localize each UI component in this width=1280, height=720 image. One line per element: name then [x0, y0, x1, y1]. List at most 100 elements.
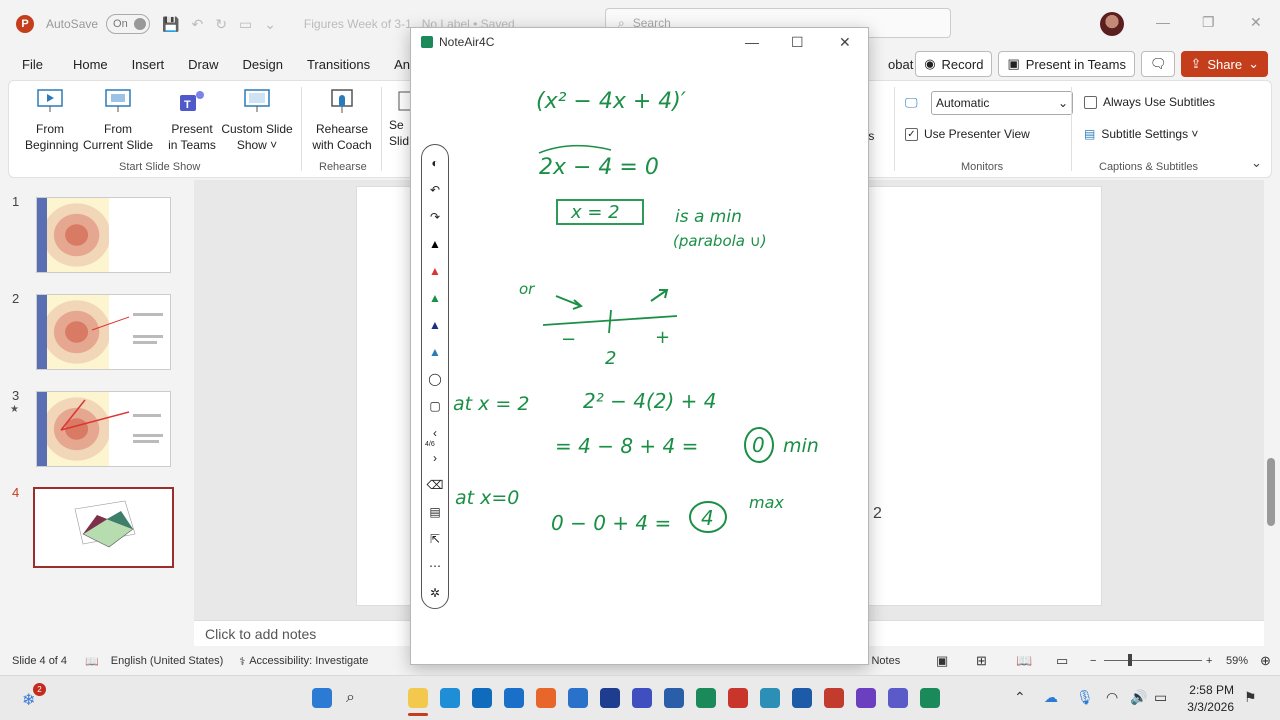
collapse-ribbon-icon[interactable]: ⌄ [1251, 155, 1262, 171]
from-beginning-button[interactable]: From Beginning [25, 85, 78, 153]
slide-thumbnail-2[interactable] [36, 294, 171, 370]
use-presenter-view-checkbox[interactable]: ✓ Use Presenter View [905, 127, 1030, 141]
settings-icon[interactable]: ✲ [427, 585, 443, 601]
zoom-slider-handle[interactable] [1128, 654, 1132, 666]
customize-icon[interactable]: ⌄ [264, 16, 276, 33]
more-icon[interactable]: ⋯ [427, 558, 443, 574]
autosave-toggle[interactable]: On [106, 14, 151, 34]
reading-view-icon[interactable]: 📖 [1016, 653, 1032, 669]
present-in-teams-button[interactable]: ▣ Present in Teams [998, 51, 1135, 77]
wifi-icon[interactable]: ◠ [1106, 689, 1118, 706]
word-icon[interactable] [664, 688, 684, 708]
chevron-up-icon[interactable]: ⌃ [1014, 689, 1026, 706]
zoom-level[interactable]: 59% [1226, 655, 1248, 667]
pointer-icon[interactable]: ◐ [427, 155, 443, 171]
save-page-icon[interactable]: ▢ [427, 398, 443, 414]
normal-view-icon[interactable]: ▣ [936, 653, 948, 669]
language-label[interactable]: English (United States) [111, 655, 224, 667]
slide-thumbnail-1[interactable] [36, 197, 171, 273]
vertical-scrollbar[interactable] [1264, 180, 1280, 645]
document-title[interactable]: Figures Week of 3-1 [304, 17, 412, 31]
share-button[interactable]: ⇪ Share ⌄ [1181, 51, 1268, 77]
present-in-teams-ribbon-button[interactable]: T Present in Teams [167, 85, 217, 153]
sketch-icon[interactable] [888, 688, 908, 708]
onenote-icon[interactable] [856, 688, 876, 708]
slide-sorter-icon[interactable]: ⊞ [976, 653, 987, 669]
pen-red-icon[interactable]: ▲ [427, 263, 443, 279]
zoom-slider[interactable] [1104, 660, 1202, 661]
slide-thumbnail-3[interactable] [36, 391, 171, 467]
pen-blue-icon[interactable]: ▲ [427, 317, 443, 333]
rehearse-line2: with Coach [312, 138, 372, 152]
lasso-icon[interactable]: ◯ [427, 371, 443, 387]
minimize-icon[interactable]: — [1156, 14, 1170, 30]
teams-taskbar-icon[interactable] [632, 688, 652, 708]
comments-button[interactable]: 🗨 [1140, 51, 1176, 77]
menu-file[interactable]: File [20, 53, 45, 76]
previous-page-icon[interactable]: ‹ [427, 425, 443, 441]
avatar[interactable] [1100, 12, 1124, 36]
custom-slide-show-button[interactable]: Custom Slide Show ˅ [219, 85, 295, 153]
close-icon[interactable]: ✕ [1250, 14, 1262, 31]
excel-icon[interactable] [696, 688, 716, 708]
redo-icon[interactable]: ↷ [427, 209, 443, 225]
store-icon[interactable] [472, 688, 492, 708]
zoom-in-icon[interactable]: + [1206, 655, 1212, 667]
menu-transitions[interactable]: Transitions [305, 53, 372, 76]
new-page-icon[interactable]: ▤ [427, 504, 443, 520]
slideshow-current-icon [102, 85, 134, 117]
zoom-out-icon[interactable]: − [1090, 655, 1096, 667]
undo-icon[interactable]: ↶ [191, 16, 203, 33]
mail-icon[interactable] [568, 688, 588, 708]
book-icon[interactable]: 📖 [85, 655, 99, 668]
snipping-tool-icon[interactable] [824, 688, 844, 708]
fit-slide-icon[interactable]: ⊕ [1260, 653, 1271, 669]
menu-draw[interactable]: Draw [186, 53, 220, 76]
save-icon[interactable]: 💾 [162, 16, 179, 33]
security-icon[interactable] [600, 688, 620, 708]
export-icon[interactable]: ⇱ [427, 531, 443, 547]
battery-icon[interactable]: ▭ [1154, 689, 1167, 706]
monitor-select[interactable]: Automatic ⌄ [931, 91, 1073, 115]
group-start-slide-show: Start Slide Show [119, 161, 201, 173]
slideshow-view-icon[interactable]: ▭ [1056, 653, 1068, 669]
present-icon[interactable]: ▭ [239, 16, 252, 33]
restore-icon[interactable]: ❐ [1202, 14, 1215, 31]
redo-icon[interactable]: ↻ [215, 16, 227, 33]
onedrive-icon[interactable]: ☁ [1044, 689, 1058, 706]
edge-icon[interactable] [440, 688, 460, 708]
undo-icon[interactable]: ↶ [427, 182, 443, 198]
noteair-taskbar-icon[interactable] [920, 688, 940, 708]
slide-counter[interactable]: Slide 4 of 4 [12, 655, 67, 667]
outlook-icon[interactable] [504, 688, 524, 708]
menu-home[interactable]: Home [71, 53, 110, 76]
firefox-icon[interactable] [536, 688, 556, 708]
pen-green-icon[interactable]: ▲ [427, 290, 443, 306]
always-use-subtitles-checkbox[interactable]: Always Use Subtitles [1084, 95, 1215, 109]
zoom-app-icon[interactable] [792, 688, 812, 708]
notification-center-icon[interactable]: ⚑ [1244, 689, 1257, 706]
microphone-icon[interactable]: 🎙 [1076, 689, 1094, 706]
accessibility-status[interactable]: Accessibility: Investigate [249, 655, 368, 667]
menu-insert[interactable]: Insert [130, 53, 167, 76]
slide-thumbnail-4[interactable] [33, 487, 174, 568]
next-page-icon[interactable]: › [427, 450, 443, 466]
scrollbar-thumb[interactable] [1267, 458, 1275, 526]
file-explorer-icon[interactable] [408, 688, 428, 708]
search-icon[interactable]: ⌕ [346, 689, 355, 707]
rehearse-with-coach-button[interactable]: Rehearse with Coach [309, 85, 375, 153]
start-icon[interactable] [312, 688, 332, 708]
eraser-icon[interactable]: ⌫ [427, 477, 444, 493]
from-current-slide-button[interactable]: From Current Slide [81, 85, 155, 153]
subtitle-settings-button[interactable]: ▤ Subtitle Settings ˅ [1084, 127, 1198, 141]
ink-parabola-note: (parabola ∪) [673, 232, 767, 250]
highlighter-icon[interactable]: ▲ [427, 344, 443, 360]
acrobat-icon[interactable] [728, 688, 748, 708]
record-button[interactable]: ◉ Record [915, 51, 993, 77]
remote-desktop-icon[interactable] [760, 688, 780, 708]
menu-design[interactable]: Design [241, 53, 285, 76]
menu-acrobat[interactable]: obat [886, 53, 915, 76]
pen-black-icon[interactable]: ▲ [427, 236, 443, 252]
system-clock[interactable]: 2:58 PM 3/3/2026 [1187, 682, 1234, 716]
volume-icon[interactable]: 🔊 [1130, 689, 1147, 706]
